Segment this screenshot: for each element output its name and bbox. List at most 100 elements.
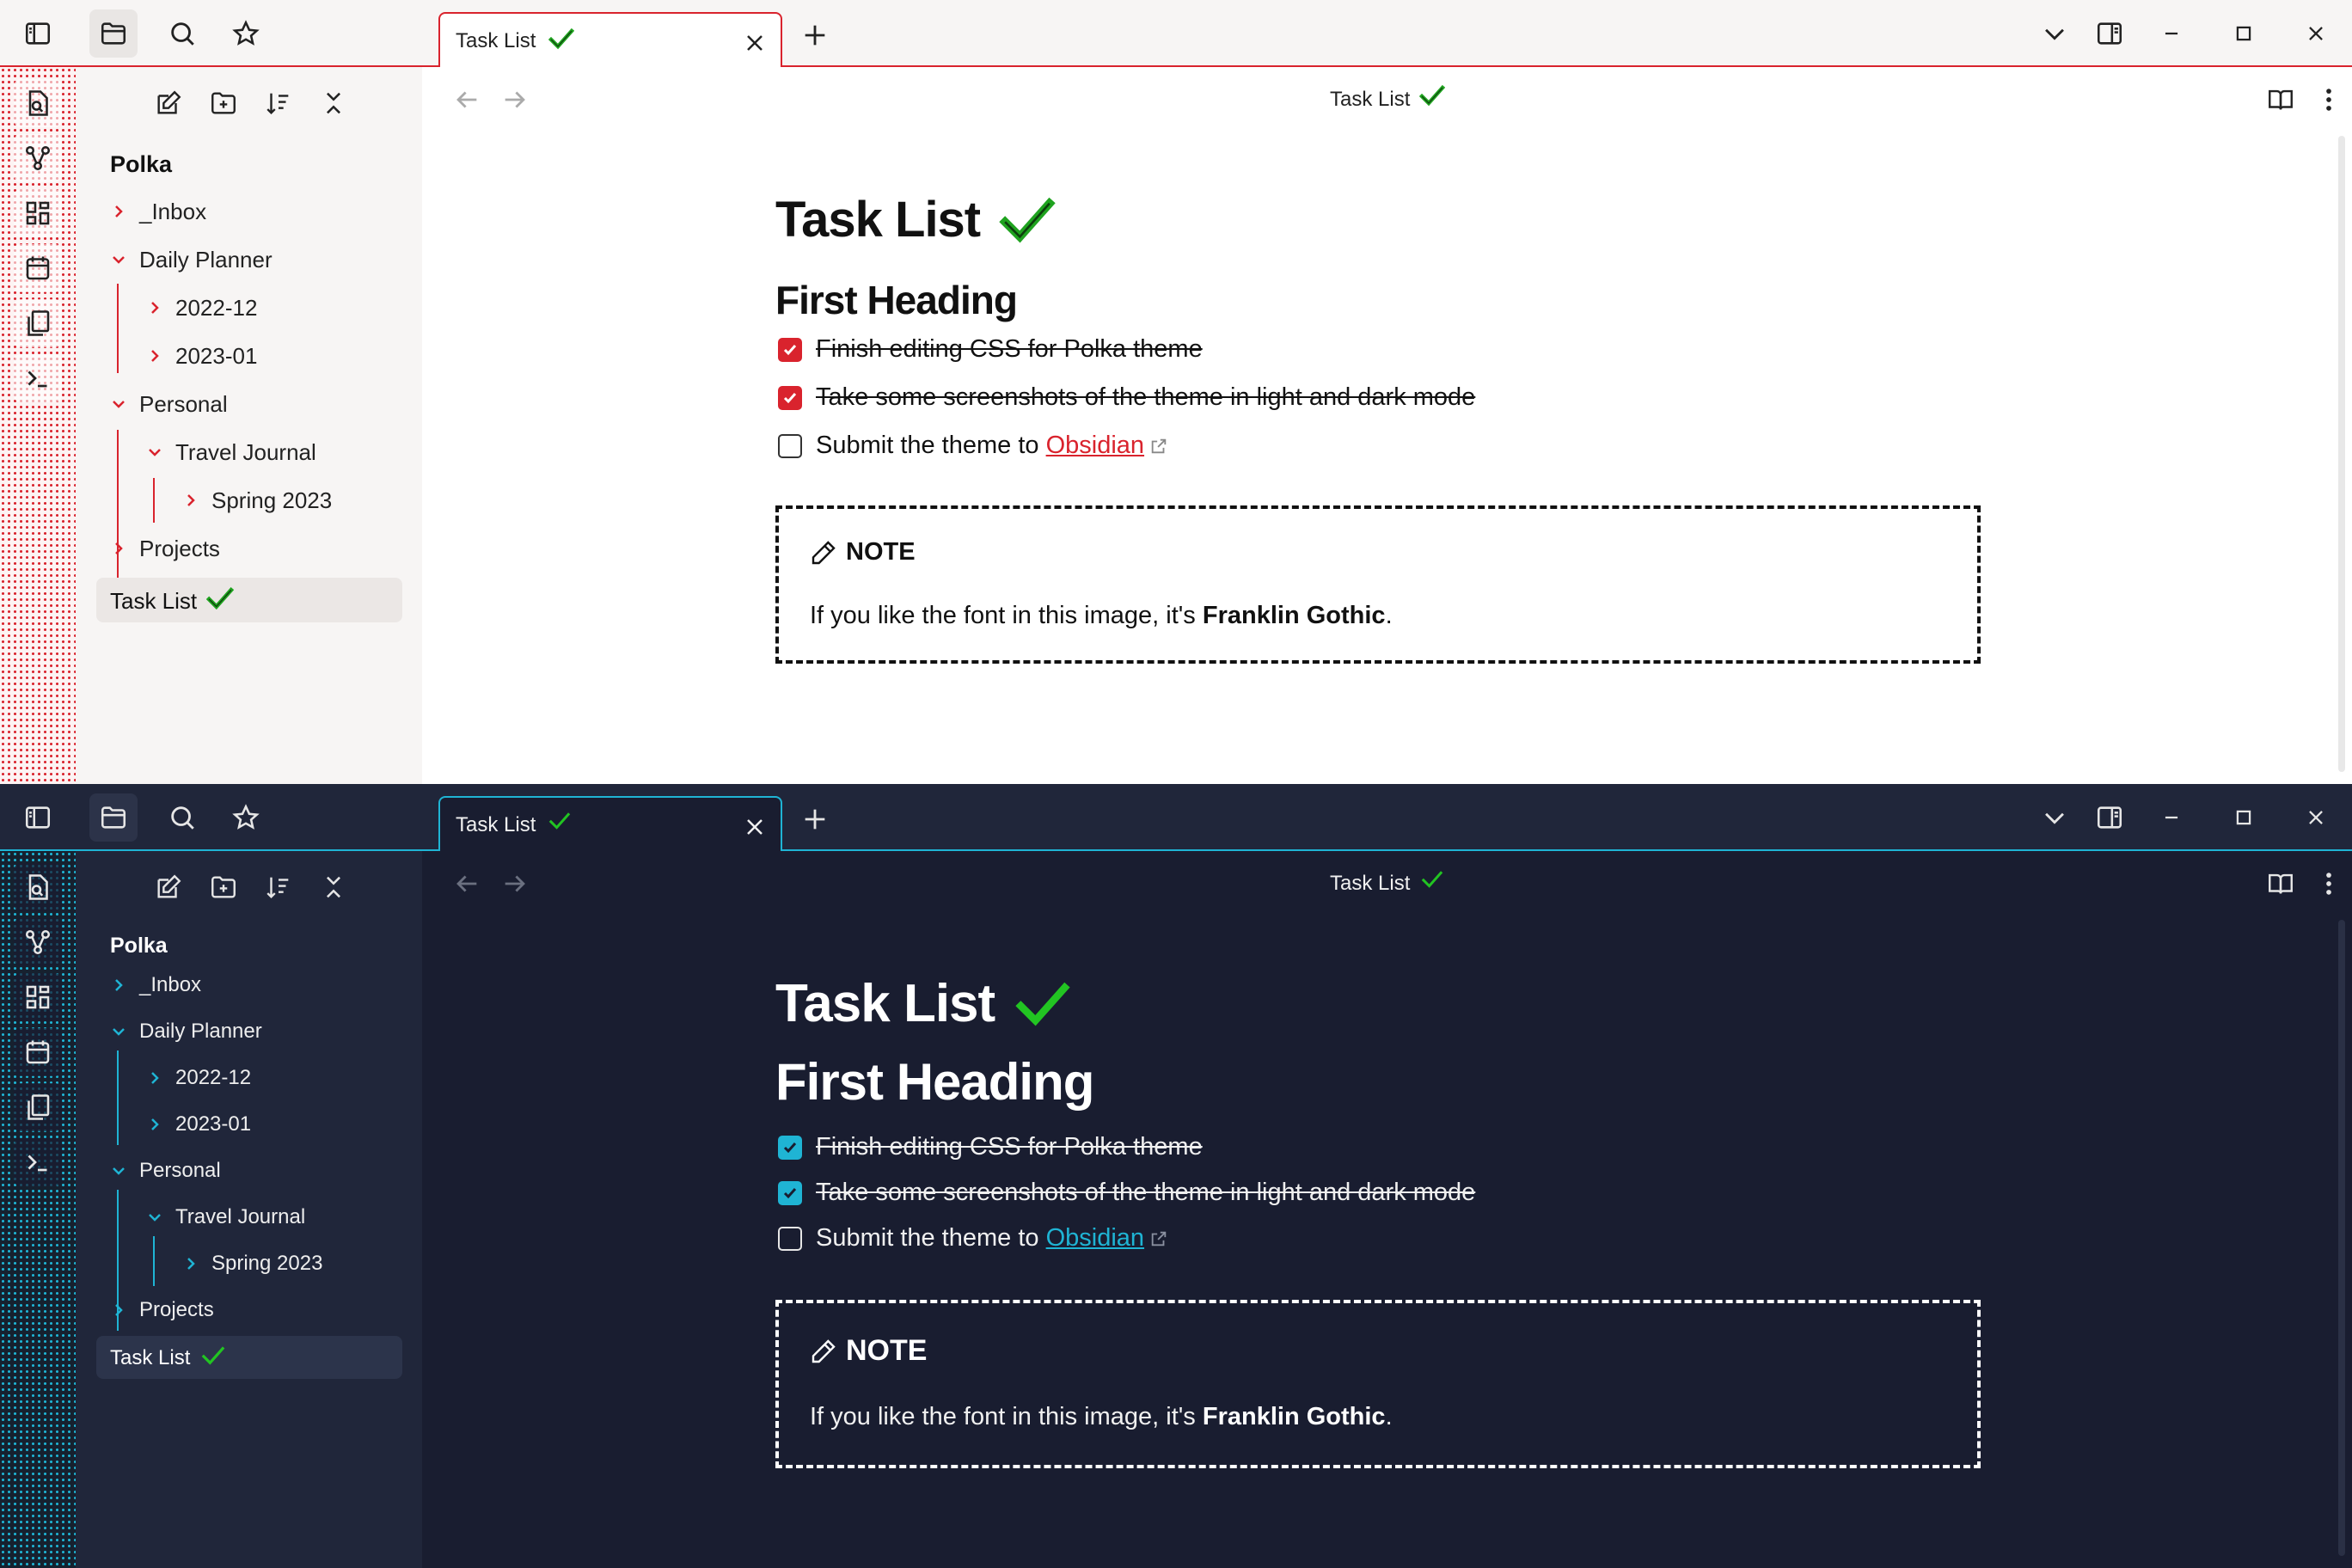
new-folder-icon[interactable]: [199, 863, 248, 911]
chevron-down-icon[interactable]: [2030, 9, 2079, 58]
graph-icon[interactable]: [14, 918, 62, 966]
task-checkbox-checked[interactable]: [778, 1135, 802, 1160]
forward-arrow-icon[interactable]: [491, 860, 539, 908]
folder-item[interactable]: Projects: [105, 1296, 214, 1324]
chevron-right-icon: [105, 971, 132, 999]
file-search-icon[interactable]: [14, 79, 62, 127]
folder-item[interactable]: Daily Planner: [105, 1018, 262, 1045]
reading-view-icon[interactable]: [2257, 76, 2305, 124]
task-text: Submit the theme to: [816, 1224, 1046, 1252]
close-tab-icon[interactable]: [738, 26, 772, 60]
star-icon[interactable]: [222, 793, 270, 842]
collapse-all-icon[interactable]: [309, 79, 358, 127]
folder-item[interactable]: _Inbox: [105, 198, 206, 225]
sort-icon[interactable]: [254, 863, 303, 911]
split-view-icon[interactable]: [2086, 793, 2134, 842]
task-checkbox-checked[interactable]: [778, 385, 802, 410]
scrollbar[interactable]: [2338, 920, 2345, 1556]
new-tab-icon[interactable]: [791, 795, 839, 843]
folder-item[interactable]: Projects: [105, 535, 220, 562]
folder-item[interactable]: Daily Planner: [105, 246, 273, 273]
chevron-down-icon[interactable]: [2030, 793, 2079, 842]
maximize-icon[interactable]: [2220, 9, 2268, 58]
folder-item[interactable]: 2022-12: [141, 294, 257, 322]
collapse-all-icon[interactable]: [309, 863, 358, 911]
folder-item[interactable]: Travel Journal: [141, 1204, 305, 1231]
view-header-title[interactable]: Task List: [1330, 872, 1410, 896]
copy-icon[interactable]: [14, 299, 62, 347]
folder-item[interactable]: Spring 2023: [177, 1250, 322, 1277]
file-search-icon[interactable]: [14, 863, 62, 911]
folder-item[interactable]: Personal: [105, 1157, 221, 1185]
star-icon[interactable]: [222, 9, 270, 58]
folder-icon[interactable]: [89, 9, 138, 58]
back-arrow-icon[interactable]: [443, 860, 491, 908]
pencil-icon: [810, 539, 837, 567]
sort-icon[interactable]: [254, 79, 303, 127]
callout-text-end: .: [1385, 1403, 1393, 1430]
external-link[interactable]: Obsidian: [1046, 1224, 1144, 1253]
external-link[interactable]: Obsidian: [1046, 432, 1144, 460]
forward-arrow-icon[interactable]: [491, 76, 539, 124]
folder-icon[interactable]: [89, 793, 138, 842]
folder-item[interactable]: 2023-01: [141, 342, 257, 370]
folder-item[interactable]: Spring 2023: [177, 487, 332, 514]
dashboard-icon[interactable]: [14, 973, 62, 1021]
file-label: Task List: [110, 1346, 191, 1369]
sidebar-toggle-icon[interactable]: [14, 793, 62, 842]
new-note-icon[interactable]: [144, 79, 193, 127]
chevron-right-icon: [141, 294, 168, 322]
folder-item[interactable]: Travel Journal: [141, 438, 316, 466]
task-checkbox[interactable]: [778, 1226, 802, 1251]
task-checkbox-checked[interactable]: [778, 337, 802, 362]
tab-task-list[interactable]: Task List: [438, 12, 782, 69]
vault-name[interactable]: Polka: [110, 934, 168, 959]
chevron-right-icon: [141, 342, 168, 370]
minimize-icon[interactable]: [2147, 9, 2196, 58]
new-folder-icon[interactable]: [199, 79, 248, 127]
tab-task-list[interactable]: Task List: [438, 796, 782, 853]
more-options-icon[interactable]: [2305, 76, 2352, 124]
search-icon[interactable]: [158, 793, 206, 842]
maximize-icon[interactable]: [2220, 793, 2268, 842]
minimize-icon[interactable]: [2147, 793, 2196, 842]
calendar-icon[interactable]: [14, 1028, 62, 1076]
folder-item[interactable]: _Inbox: [105, 971, 201, 999]
close-window-icon[interactable]: [2292, 793, 2340, 842]
new-note-icon[interactable]: [144, 863, 193, 911]
close-window-icon[interactable]: [2292, 9, 2340, 58]
close-tab-icon[interactable]: [738, 810, 772, 844]
terminal-icon[interactable]: [14, 1138, 62, 1186]
more-options-icon[interactable]: [2305, 860, 2352, 908]
chevron-right-icon: [177, 1250, 205, 1277]
task-checkbox-checked[interactable]: [778, 1180, 802, 1205]
terminal-icon[interactable]: [14, 354, 62, 402]
check-icon: [997, 196, 1057, 244]
search-icon[interactable]: [158, 9, 206, 58]
split-view-icon[interactable]: [2086, 9, 2134, 58]
callout-title: NOTE: [810, 1334, 927, 1368]
task-checkbox[interactable]: [778, 433, 802, 458]
folder-item[interactable]: Personal: [105, 390, 228, 418]
check-icon: [1421, 870, 1443, 893]
tree-guide: [153, 1236, 155, 1286]
graph-icon[interactable]: [14, 134, 62, 182]
folder-item[interactable]: 2022-12: [141, 1064, 251, 1092]
ribbon: [0, 67, 77, 784]
vault-name[interactable]: Polka: [110, 151, 172, 178]
back-arrow-icon[interactable]: [443, 76, 491, 124]
file-item-active[interactable]: Task List: [96, 578, 402, 622]
folder-label: 2023-01: [175, 342, 258, 369]
file-item-active[interactable]: Task List: [96, 1336, 402, 1379]
sidebar-toggle-icon[interactable]: [14, 9, 62, 58]
copy-icon[interactable]: [14, 1083, 62, 1131]
view-header-title[interactable]: Task List: [1330, 88, 1410, 112]
new-tab-icon[interactable]: [791, 11, 839, 59]
tree-guide: [117, 284, 119, 373]
reading-view-icon[interactable]: [2257, 860, 2305, 908]
calendar-icon[interactable]: [14, 244, 62, 292]
dashboard-icon[interactable]: [14, 189, 62, 237]
scrollbar[interactable]: [2338, 136, 2345, 772]
folder-item[interactable]: 2023-01: [141, 1111, 251, 1138]
title-bar: Task List: [0, 0, 2352, 69]
